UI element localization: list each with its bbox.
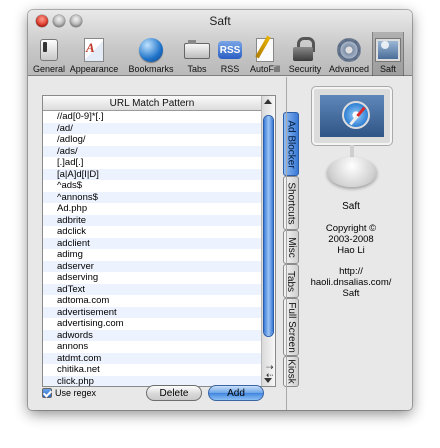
table-row[interactable]: adserving [43, 272, 261, 284]
use-regex-option[interactable]: Use regex [42, 388, 96, 398]
toolbar-security[interactable]: Security [284, 32, 326, 76]
table-row[interactable]: adclient [43, 237, 261, 249]
toolbar-label: Saft [379, 64, 396, 74]
preferences-content: URL Match Pattern //ad[0-9]*[.]/ad//adlo… [28, 77, 412, 410]
toolbar-label: Tabs [187, 64, 207, 74]
vertical-scrollbar[interactable] [261, 96, 275, 386]
rss-icon: RSS [218, 41, 242, 59]
table-row[interactable]: [a|A]d[I|D] [43, 168, 261, 180]
table-row[interactable]: annons [43, 341, 261, 353]
toolbar-appearance[interactable]: Appearance [66, 32, 122, 76]
table-row[interactable]: ^annons$ [43, 191, 261, 203]
table-row[interactable]: adserver [43, 260, 261, 272]
toolbar-label: AutoFill [249, 64, 280, 74]
scroll-up-arrow-icon[interactable] [264, 99, 272, 104]
tab-scroll-arrows[interactable]: ⇢ ⇠ [266, 363, 274, 380]
copyright-years: 2003-2008 [328, 234, 374, 245]
globe-icon [139, 38, 163, 62]
preferences-toolbar: General Appearance Bookmarks Tabs RSS RS… [28, 32, 412, 76]
toolbar-label: General [32, 64, 66, 74]
toolbar-advanced[interactable]: Advanced [326, 32, 372, 76]
homepage-url-line-2[interactable]: haoli.dnsalias.com/ [290, 277, 412, 288]
url-pattern-list[interactable]: //ad[0-9]*[.]/ad//adlog//ads/[.]ad[.] [a|… [43, 111, 261, 386]
table-row[interactable]: ^ads$ [43, 180, 261, 192]
table-row[interactable]: Ad.php [43, 203, 261, 215]
pencil-icon [256, 38, 274, 62]
use-regex-label: Use regex [55, 388, 97, 398]
saft-app-icon [312, 87, 392, 197]
toolbar-rss[interactable]: RSS RSS [214, 32, 246, 76]
saft-icon [376, 39, 400, 61]
table-row[interactable]: adtoma.com [43, 295, 261, 307]
window-title: Saft [209, 14, 231, 28]
app-name: Saft [342, 201, 360, 212]
table-row[interactable]: adText [43, 283, 261, 295]
toolbar-label: Appearance [69, 64, 119, 74]
about-panel: Saft Copyright © 2003-2008 Hao Li http:/… [290, 77, 412, 410]
column-header-url-pattern[interactable]: URL Match Pattern [43, 96, 261, 111]
add-button[interactable]: Add [208, 385, 264, 401]
table-row[interactable]: adclick [43, 226, 261, 238]
toolbar-general[interactable]: General [32, 32, 66, 76]
scrollbar-thumb[interactable] [264, 116, 273, 336]
table-row[interactable]: /ads/ [43, 145, 261, 157]
switch-icon [40, 39, 58, 61]
toolbar-label: RSS [220, 64, 240, 74]
table-row[interactable]: /ad/ [43, 122, 261, 134]
copyright-text: Copyright © [325, 223, 377, 234]
toolbar-label: Advanced [328, 64, 370, 74]
toolbar-label: Bookmarks [128, 64, 174, 74]
lock-icon [294, 38, 316, 62]
toolbar-autofill[interactable]: AutoFill [246, 32, 284, 76]
preferences-window: Saft General Appearance Bookmarks Tabs R… [28, 10, 412, 410]
title-bar: Saft General Appearance Bookmarks Tabs R… [28, 10, 412, 76]
toolbar-saft[interactable]: Saft [372, 32, 404, 76]
table-row[interactable]: adimg [43, 249, 261, 261]
table-row[interactable]: /adlog/ [43, 134, 261, 146]
pane-divider [286, 77, 287, 410]
imac-screen-icon [312, 87, 392, 145]
url-pattern-table[interactable]: URL Match Pattern //ad[0-9]*[.]/ad//adlo… [42, 95, 276, 387]
table-row[interactable]: atdmt.com [43, 352, 261, 364]
table-row[interactable]: advertisement [43, 306, 261, 318]
homepage-url-line-1[interactable]: http:// [290, 266, 412, 277]
table-row[interactable]: //ad[0-9]*[.] [43, 111, 261, 123]
about-info: Copyright © 2003-2008 Hao Li http:// hao… [290, 223, 412, 299]
table-row[interactable]: [.]ad[.] [43, 157, 261, 169]
table-row[interactable]: adbrite [43, 214, 261, 226]
tab-scroll-back-icon[interactable]: ⇠ [266, 371, 274, 380]
table-row[interactable]: chitika.net [43, 364, 261, 376]
homepage-url-line-3[interactable]: Saft [290, 288, 412, 299]
author-name: Hao Li [337, 245, 365, 256]
table-row[interactable]: adwords [43, 329, 261, 341]
toolbar-tabs[interactable]: Tabs [180, 32, 214, 76]
imac-base-icon [327, 157, 377, 187]
delete-button[interactable]: Delete [146, 385, 202, 401]
tabs-icon [184, 43, 210, 59]
compass-icon [342, 101, 370, 129]
toolbar-bookmarks[interactable]: Bookmarks [122, 32, 180, 76]
gear-icon [337, 38, 361, 62]
toolbar-label: Security [288, 64, 322, 74]
table-row[interactable]: advertising.com [43, 318, 261, 330]
font-icon [84, 38, 104, 62]
use-regex-checkbox[interactable] [42, 388, 52, 398]
